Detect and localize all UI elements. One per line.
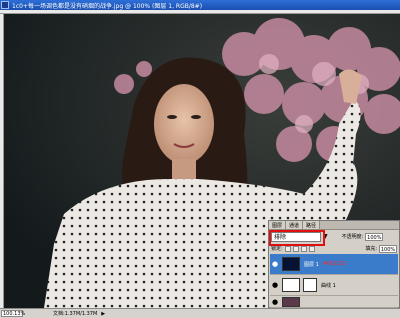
document-info: 文档:1.37M/1.37M xyxy=(53,311,98,317)
layer-name: 曲线 1 xyxy=(321,282,336,289)
tab-channels[interactable]: 通道 xyxy=(286,221,304,229)
status-menu-arrow-icon[interactable]: ▶ xyxy=(101,311,105,317)
layer-mask-thumbnail xyxy=(303,278,317,292)
layers-panel: 图层 通道 路径 排除 ▼ 不透明度: 100% 锁定: 填充: 100% ● … xyxy=(268,220,400,308)
eye-icon[interactable]: ● xyxy=(270,298,280,306)
tab-layers[interactable]: 图层 xyxy=(269,221,287,229)
lock-row: 锁定: 填充: 100% xyxy=(271,244,397,253)
curves-adjustment-icon xyxy=(282,278,300,292)
lock-all-icon[interactable] xyxy=(308,245,315,252)
tab-paths[interactable]: 路径 xyxy=(303,221,321,229)
eye-icon[interactable]: ● xyxy=(270,260,280,268)
eye-icon[interactable]: ● xyxy=(270,281,280,289)
photoshop-icon xyxy=(1,1,9,9)
lock-label: 锁定: xyxy=(271,246,283,252)
status-bar: 100.13% 文档:1.37M/1.37M ▶ xyxy=(0,308,400,318)
window-titlebar[interactable]: 1c0+每一场调色都是没有硝烟的战争.jpg @ 100% (图层 1, RGB… xyxy=(0,0,400,10)
layer-row-curves1[interactable]: ● 曲线 1 xyxy=(270,275,398,296)
layer-color-note: #061232 xyxy=(322,261,347,267)
layer-row-layer1[interactable]: ● 图层 1 #061232 xyxy=(270,254,398,275)
layer-row-background[interactable]: ● xyxy=(270,296,398,308)
opacity-field[interactable]: 100% xyxy=(365,232,384,241)
lock-transparency-icon[interactable] xyxy=(284,245,291,252)
opacity-label: 不透明度: xyxy=(341,234,364,240)
layer-name: 图层 1 xyxy=(304,261,319,268)
zoom-field[interactable]: 100.13% xyxy=(1,310,25,317)
fill-field[interactable]: 100% xyxy=(379,244,397,253)
layer-thumbnail xyxy=(282,257,300,271)
fill-label: 填充: xyxy=(365,246,377,252)
layer-thumbnail xyxy=(282,296,300,307)
lock-position-icon[interactable] xyxy=(300,245,307,252)
lock-image-icon[interactable] xyxy=(292,245,299,252)
blend-row: 排除 ▼ 不透明度: 100% xyxy=(269,229,397,246)
document-title: 1c0+每一场调色都是没有硝烟的战争.jpg @ 100% (图层 1, RGB… xyxy=(12,2,203,10)
blend-mode-select[interactable]: 排除 xyxy=(269,229,325,246)
